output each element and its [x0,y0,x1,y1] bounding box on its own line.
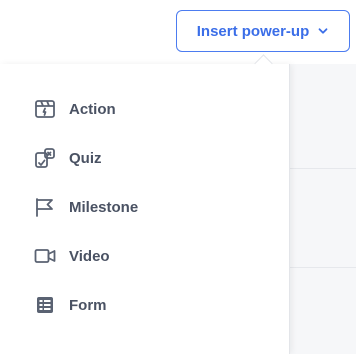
menu-item-label: Quiz [69,149,102,167]
menu-item-milestone[interactable]: Milestone [33,194,138,220]
background-panel [290,64,356,341]
video-camera-icon [33,244,57,268]
insert-power-up-button[interactable]: Insert power-up [176,10,350,52]
menu-item-form[interactable]: Form [33,292,107,318]
menu-item-video[interactable]: Video [33,243,110,269]
menu-item-label: Milestone [69,198,139,216]
power-up-menu: Action Quiz Milestone Video Form [0,64,290,354]
form-icon [33,293,57,317]
menu-item-action[interactable]: Action [33,96,116,122]
top-bar: Insert power-up [0,0,356,64]
insert-power-up-label: Insert power-up [196,22,310,40]
menu-item-label: Video [69,247,110,265]
milestone-flag-icon [33,195,57,219]
menu-item-quiz[interactable]: Quiz [33,145,102,171]
chevron-down-icon [317,25,329,37]
quiz-icon [33,146,57,170]
menu-item-label: Action [69,100,116,118]
action-icon [33,97,57,121]
divider [290,267,356,268]
divider [290,168,356,169]
menu-item-label: Form [69,296,107,314]
